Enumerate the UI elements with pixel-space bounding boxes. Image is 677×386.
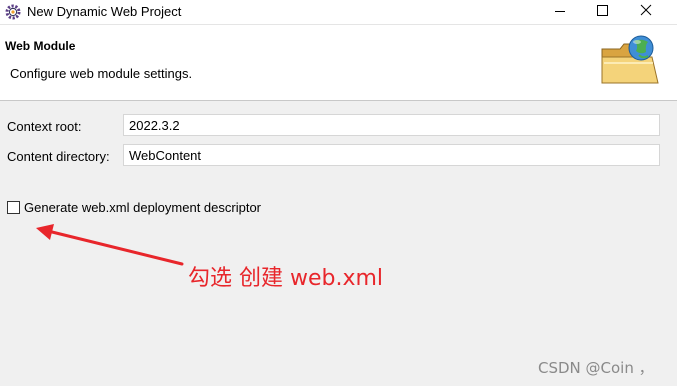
web-folder-globe-icon <box>598 33 662 91</box>
window-title: New Dynamic Web Project <box>27 4 182 19</box>
annotation-text: 勾选 创建 web.xml <box>188 266 384 291</box>
close-button[interactable] <box>624 0 668 24</box>
annotation-arrow <box>36 224 184 266</box>
content-directory-input[interactable]: WebContent <box>123 144 660 166</box>
watermark: CSDN @Coin ， <box>538 359 654 377</box>
maximize-button[interactable] <box>580 0 624 24</box>
wizard-header: Web Module Configure web module settings… <box>0 25 677 101</box>
content-directory-label: Content directory: <box>7 149 110 164</box>
eclipse-gear-icon <box>5 4 21 20</box>
minimize-button[interactable] <box>538 0 582 24</box>
minimize-icon <box>555 11 565 12</box>
page-title: Web Module <box>5 39 76 53</box>
context-root-input[interactable]: 2022.3.2 <box>123 114 660 136</box>
maximize-icon <box>597 5 608 16</box>
page-description: Configure web module settings. <box>10 66 193 81</box>
close-icon <box>640 4 652 16</box>
context-root-label: Context root: <box>7 119 82 134</box>
generate-webxml-label[interactable]: Generate web.xml deployment descriptor <box>24 200 261 215</box>
window-titlebar[interactable]: New Dynamic Web Project <box>0 0 677 25</box>
generate-webxml-checkbox[interactable] <box>7 201 20 214</box>
